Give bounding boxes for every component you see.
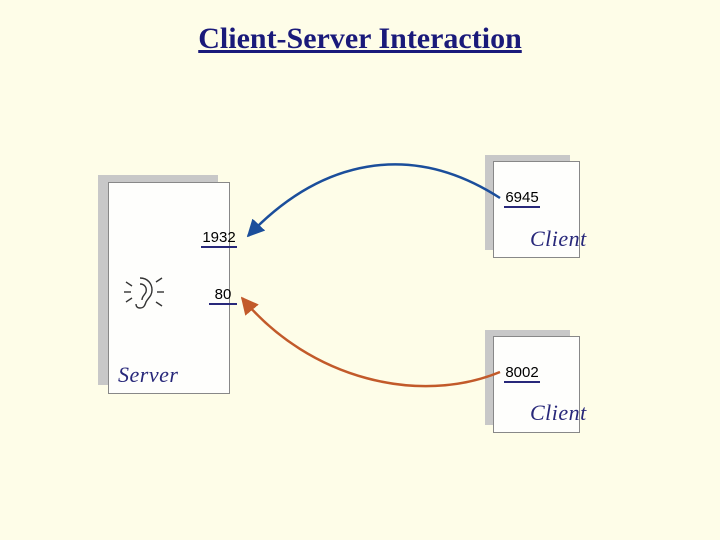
client1-label: Client — [530, 226, 587, 252]
client2-port: 8002 — [498, 363, 546, 383]
client1-port: 6945 — [498, 188, 546, 208]
server-port-80: 80 — [203, 285, 243, 305]
edge-client2-to-server — [242, 298, 500, 386]
page-title: Client-Server Interaction — [0, 22, 720, 56]
client2-label: Client — [530, 400, 587, 426]
ear-icon — [120, 268, 168, 321]
edge-client1-to-server — [248, 164, 500, 236]
server-port-1932: 1932 — [195, 228, 243, 248]
server-label: Server — [118, 362, 178, 388]
